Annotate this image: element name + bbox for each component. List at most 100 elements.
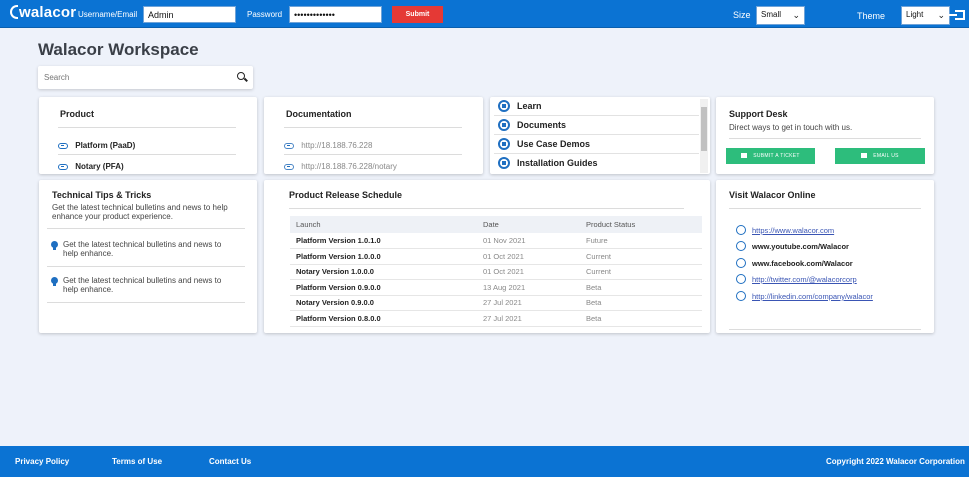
product-link-notary[interactable]: Notary (PFA) (58, 162, 124, 171)
social-link-text: www.facebook.com/Walacor (752, 259, 853, 268)
visit-online-title: Visit Walacor Online (729, 190, 816, 200)
date-cell: 13 Aug 2021 (477, 279, 580, 296)
table-row[interactable]: Platform Version 1.0.0.0 01 Oct 2021 Curre… (290, 248, 702, 265)
password-label: Password (247, 10, 283, 19)
password-input[interactable] (289, 6, 382, 23)
email-us-button[interactable]: EMAIL US (835, 148, 925, 164)
date-cell: 01 Nov 2021 (477, 233, 580, 249)
learn-item-installation-guides[interactable]: Installation Guides (494, 154, 699, 173)
theme-label: Theme (857, 11, 886, 21)
privacy-policy-link[interactable]: Privacy Policy (15, 457, 69, 466)
demo-icon (498, 138, 510, 150)
document-icon (498, 119, 510, 131)
mail-icon (861, 153, 868, 158)
status-cell: Beta (580, 310, 702, 327)
learn-item-label: Use Case Demos (517, 139, 591, 149)
learn-scrollbar[interactable] (700, 99, 708, 173)
submit-ticket-label: SUBMIT A TICKET (753, 153, 800, 159)
chevron-down-icon: ⌄ (792, 10, 800, 20)
terms-of-use-link[interactable]: Terms of Use (112, 457, 162, 466)
logout-icon[interactable] (949, 10, 965, 20)
social-link-text: http://linkedin.com/company/walacor (752, 292, 873, 301)
product-link-label: Notary (PFA) (75, 162, 124, 171)
support-card: Support Desk Direct ways to get in touch… (716, 97, 934, 174)
divider (729, 138, 921, 139)
lightbulb-icon (51, 241, 58, 250)
learn-item-documents[interactable]: Documents (494, 116, 699, 135)
size-label: Size (733, 10, 751, 20)
link-icon (58, 163, 68, 170)
link-icon (284, 142, 294, 149)
submit-button[interactable]: Submit (392, 6, 443, 23)
tips-intro: Get the latest technical bulletins and n… (52, 203, 228, 221)
tips-card: Technical Tips & Tricks Get the latest t… (39, 180, 257, 333)
product-link-platform[interactable]: Platform (PaaD) (58, 141, 135, 150)
documentation-link[interactable]: http://18.188.76.228 (284, 141, 372, 150)
size-select[interactable]: Small ⌄ (756, 6, 805, 25)
product-card: Product Platform (PaaD) Notary (PFA) (39, 97, 257, 174)
link-icon (284, 163, 294, 170)
column-header-status[interactable]: Product Status (580, 216, 702, 233)
email-us-label: EMAIL US (873, 153, 899, 159)
chevron-down-icon: ⌄ (937, 10, 945, 20)
date-cell: 27 Jul 2021 (477, 310, 580, 327)
launch-cell: Platform Version 0.9.0.0 (290, 279, 477, 296)
globe-icon (736, 225, 746, 235)
date-cell: 01 Oct 2021 (477, 264, 580, 280)
table-row[interactable]: Notary Version 1.0.0.0 01 Oct 2021 Current (290, 264, 702, 280)
search-icon[interactable] (237, 72, 245, 80)
column-header-launch[interactable]: Launch (290, 216, 477, 233)
top-bar: walacor Username/Email Password Submit S… (0, 0, 969, 28)
documentation-link-label: http://18.188.76.228 (301, 141, 373, 150)
divider (729, 329, 921, 330)
column-header-date[interactable]: Date (477, 216, 580, 233)
status-cell: Current (580, 264, 702, 280)
copyright-text: Copyright 2022 Walacor Corporation (826, 457, 965, 466)
theme-value: Light (906, 10, 924, 19)
contact-us-link[interactable]: Contact Us (209, 457, 251, 466)
footer: Privacy Policy Terms of Use Contact Us C… (0, 446, 969, 477)
social-link-text: http://twitter.com/@walacorcorp (752, 275, 857, 284)
table-header-row: Launch Date Product Status (290, 216, 702, 233)
divider (284, 154, 462, 155)
lightbulb-icon (51, 277, 58, 286)
walacor-logo[interactable]: walacor (10, 4, 76, 21)
social-link-text: https://www.walacor.com (752, 226, 835, 235)
table-row[interactable]: Platform Version 0.9.0.0 13 Aug 2021 Beta (290, 279, 702, 296)
link-icon (58, 142, 68, 149)
learn-item-use-case-demos[interactable]: Use Case Demos (494, 135, 699, 154)
launch-cell: Platform Version 1.0.1.0 (290, 233, 477, 249)
facebook-icon (736, 258, 746, 268)
tip-item[interactable]: Get the latest technical bulletins and n… (63, 240, 238, 258)
submit-ticket-button[interactable]: SUBMIT A TICKET (726, 148, 815, 164)
learn-item-learn[interactable]: Learn (494, 97, 699, 116)
support-subtitle: Direct ways to get in touch with us. (729, 123, 853, 132)
scrollbar-thumb[interactable] (701, 107, 707, 151)
product-title: Product (60, 109, 95, 119)
status-cell: Future (580, 233, 702, 249)
search-input[interactable] (44, 70, 224, 85)
divider (284, 127, 462, 128)
tips-title: Technical Tips & Tricks (52, 190, 152, 200)
documentation-link[interactable]: http://18.188.76.228/notary (284, 162, 397, 171)
divider (289, 208, 684, 209)
learn-item-label: Documents (517, 120, 567, 130)
divider (47, 302, 245, 303)
documentation-link-label: http://18.188.76.228/notary (301, 162, 397, 171)
launch-cell: Platform Version 1.0.0.0 (290, 248, 477, 265)
learn-item-label: Learn (517, 101, 542, 111)
username-input[interactable] (143, 6, 236, 23)
divider (58, 154, 236, 155)
book-icon (498, 100, 510, 112)
tip-item[interactable]: Get the latest technical bulletins and n… (63, 276, 238, 294)
product-link-label: Platform (PaaD) (75, 141, 136, 150)
documentation-card: Documentation http://18.188.76.228 http:… (264, 97, 483, 174)
linkedin-icon (736, 291, 746, 301)
table-row[interactable]: Platform Version 1.0.1.0 01 Nov 2021 Futur… (290, 233, 702, 249)
table-row[interactable]: Platform Version 0.8.0.0 27 Jul 2021 Beta (290, 310, 702, 327)
twitter-icon (736, 274, 746, 284)
table-row[interactable]: Notary Version 0.9.0.0 27 Jul 2021 Beta (290, 295, 702, 311)
theme-select[interactable]: Light ⌄ (901, 6, 950, 25)
release-schedule-title: Product Release Schedule (289, 190, 403, 200)
release-schedule-card: Product Release Schedule Launch Date Pro… (264, 180, 710, 333)
